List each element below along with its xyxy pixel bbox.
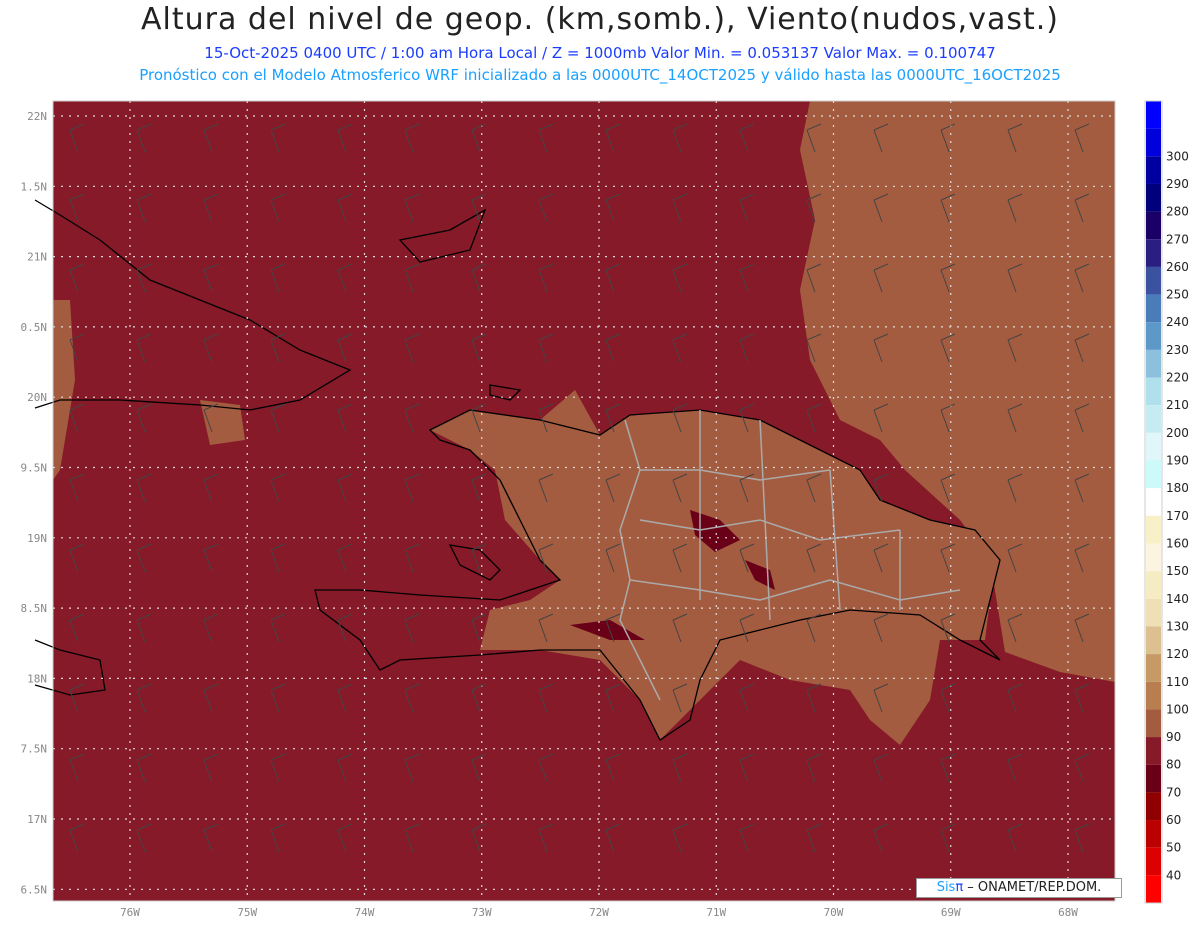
colorbar-label: 280 [1166,205,1189,219]
colorbar-label: 220 [1166,371,1189,385]
colorbar-label: 190 [1166,454,1189,468]
colorbar-swatch [1146,128,1161,157]
lon-label: 69W [941,906,961,919]
colorbar-label: 230 [1166,343,1189,357]
lon-label: 68W [1058,906,1078,919]
colorbar-swatch [1146,820,1161,848]
credit-box: Sisπ – ONAMET/REP.DOM. [916,878,1122,898]
colorbar-swatch [1146,183,1161,212]
credit-brand: Sis [936,880,956,895]
lat-label: 20N [27,391,47,404]
colorbar-label: 90 [1166,730,1181,744]
colorbar-label: 200 [1166,426,1189,440]
colorbar-label: 260 [1166,260,1189,274]
colorbar-swatch [1146,543,1161,572]
colorbar-label: 210 [1166,398,1189,412]
colorbar-label: 290 [1166,177,1189,191]
colorbar-swatch [1146,266,1161,295]
lat-label: 17N [27,813,47,826]
lat-label: 18N [27,672,47,685]
credit-text: – ONAMET/REP.DOM. [963,880,1102,895]
colorbar-swatch [1146,875,1161,903]
lat-label: 7.5N [21,743,48,756]
colorbar-swatch [1146,847,1161,876]
lat-label: 1.5N [21,180,48,193]
colorbar-label: 40 [1166,868,1181,882]
colorbar-label: 150 [1166,564,1189,578]
map-subtitle: 15-Oct-2025 0400 UTC / 1:00 am Hora Loca… [204,44,996,62]
colorbar-label: 60 [1166,813,1181,827]
colorbar-swatch [1146,626,1161,655]
colorbar-swatch [1146,515,1161,544]
colorbar-swatch [1146,432,1161,461]
colorbar-swatch [1146,598,1161,627]
map-canvas: 76W 75W 74W 73W 72W 71W 70W 69W 68W 22N 1.5N 21N 0.5… [21,100,1189,919]
colorbar-swatch [1146,294,1161,323]
colorbar-swatch [1146,571,1161,599]
colorbar-swatch [1146,101,1161,129]
colorbar-swatch [1146,764,1161,793]
lon-label: 72W [589,906,609,919]
colorbar-swatch [1146,211,1161,240]
colorbar-label: 130 [1166,619,1189,633]
colorbar-swatch [1146,681,1161,710]
colorbar-label: 80 [1166,758,1181,772]
colorbar-swatch [1146,460,1161,489]
map-forecast-info: Pronóstico con el Modelo Atmosferico WRF… [139,66,1061,84]
colorbar: 300 290 280 270 260 250 240 230 220 210 200 190 180 1… [1144,100,1189,904]
colorbar-label: 300 [1166,149,1189,163]
colorbar-label: 170 [1166,509,1189,523]
lat-label: 6.5N [21,883,48,896]
lat-label: 8.5N [21,602,48,615]
colorbar-label: 110 [1166,675,1189,689]
colorbar-label: 100 [1166,702,1189,716]
colorbar-swatch [1146,377,1161,406]
colorbar-swatch [1146,488,1161,516]
lon-label: 73W [472,906,492,919]
colorbar-label: 140 [1166,592,1189,606]
lat-label: 22N [27,110,47,123]
colorbar-label: 180 [1166,481,1189,495]
lon-label: 74W [355,906,375,919]
lon-label: 76W [120,906,140,919]
colorbar-swatch [1146,322,1161,350]
lon-label: 70W [824,906,844,919]
colorbar-swatch [1146,405,1161,433]
map-title: Altura del nivel de geop. (km,somb.), Vi… [141,2,1059,37]
colorbar-swatch [1146,239,1161,267]
colorbar-label: 270 [1166,232,1189,246]
colorbar-label: 250 [1166,288,1189,302]
credit-pi-logo: π [955,880,964,895]
colorbar-label: 240 [1166,315,1189,329]
colorbar-label: 70 [1166,785,1181,799]
colorbar-swatch [1146,156,1161,184]
lon-label: 75W [237,906,257,919]
colorbar-swatch [1146,709,1161,738]
lat-label: 21N [27,251,47,264]
colorbar-label: 120 [1166,647,1189,661]
colorbar-label: 160 [1166,536,1189,550]
colorbar-swatch [1146,737,1161,765]
colorbar-swatch [1146,792,1161,821]
colorbar-swatch [1146,654,1161,682]
lon-label: 71W [706,906,726,919]
lat-label: 19N [27,532,47,545]
colorbar-swatch [1146,349,1161,378]
lat-label: 0.5N [21,321,48,334]
lat-label: 9.5N [21,462,48,475]
colorbar-label: 50 [1166,841,1181,855]
